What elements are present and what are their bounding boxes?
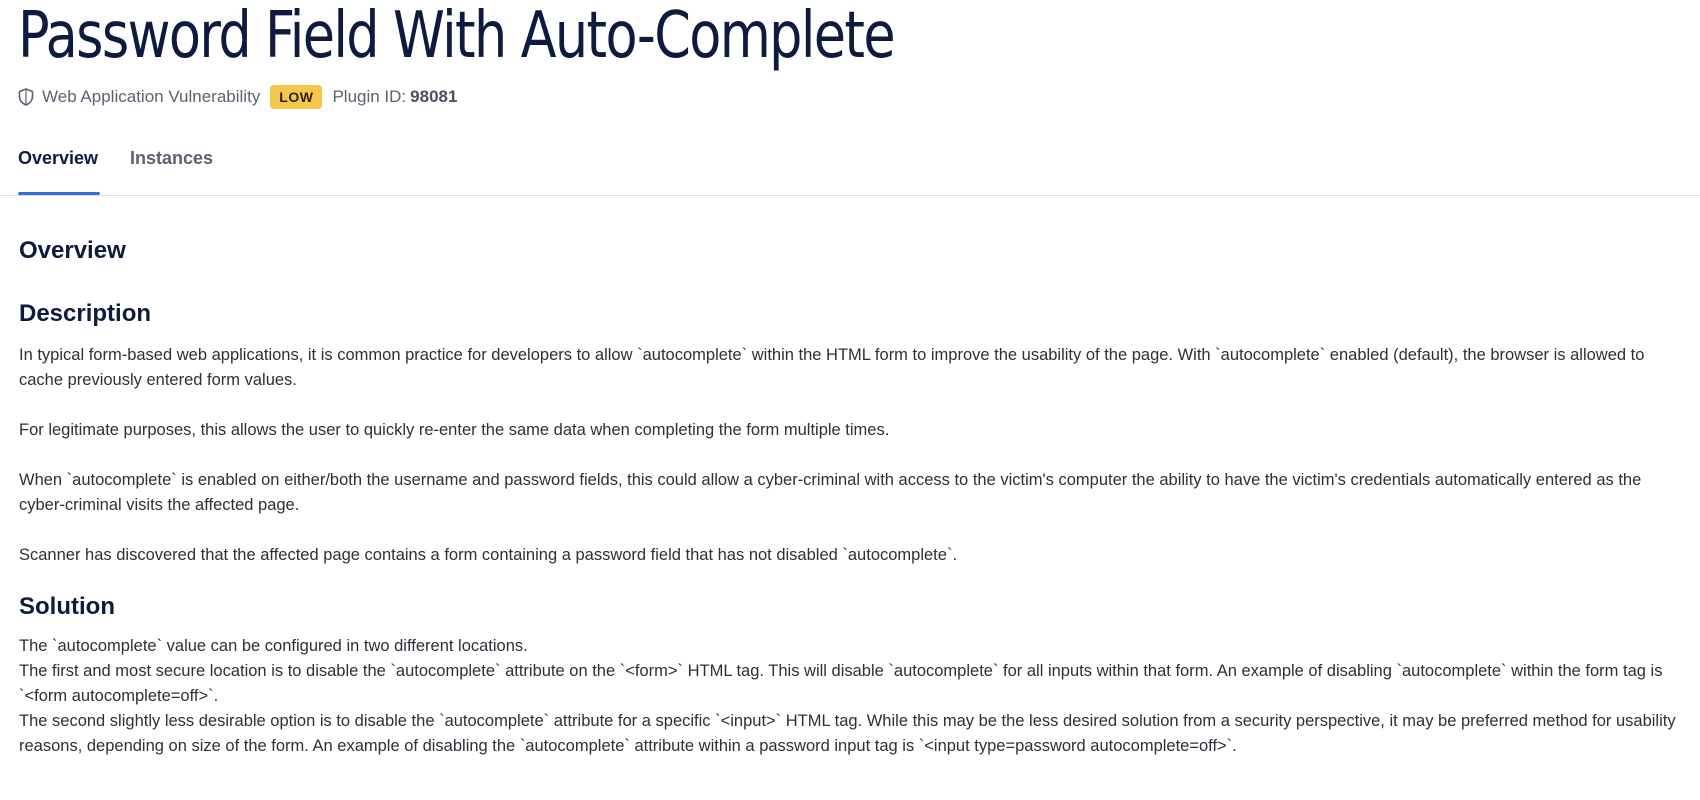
solution-line: The `autocomplete` value can be configur…	[19, 637, 528, 655]
plugin-id-label: Plugin ID:	[332, 87, 407, 106]
severity-badge: LOW	[270, 85, 323, 109]
description-paragraph: Scanner has discovered that the affected…	[19, 546, 958, 564]
page-title: Password Field With Auto-Complete	[18, 0, 896, 73]
main-content: Overview Description In typical form-bas…	[19, 236, 1684, 759]
meta-row: Web Application Vulnerability LOW Plugin…	[18, 83, 457, 111]
shield-icon	[18, 87, 36, 107]
description-paragraph: In typical form-based web applications, …	[19, 346, 1645, 389]
solution-heading: Solution	[19, 593, 115, 620]
description-paragraph: When `autocomplete` is enabled on either…	[19, 471, 1642, 514]
tab-instances[interactable]: Instances	[130, 148, 213, 169]
tab-bar: Overview Instances	[0, 130, 1700, 196]
category-label: Web Application Vulnerability	[42, 87, 261, 106]
solution-line: The first and most secure location is to…	[19, 662, 1663, 705]
active-tab-indicator	[18, 192, 100, 195]
overview-heading: Overview	[19, 237, 126, 264]
description-heading: Description	[19, 300, 152, 327]
plugin-id-value: 98081	[410, 87, 458, 106]
tab-overview[interactable]: Overview	[18, 148, 98, 169]
description-paragraph: For legitimate purposes, this allows the…	[19, 421, 890, 439]
solution-line: The second slightly less desirable optio…	[19, 712, 1676, 755]
